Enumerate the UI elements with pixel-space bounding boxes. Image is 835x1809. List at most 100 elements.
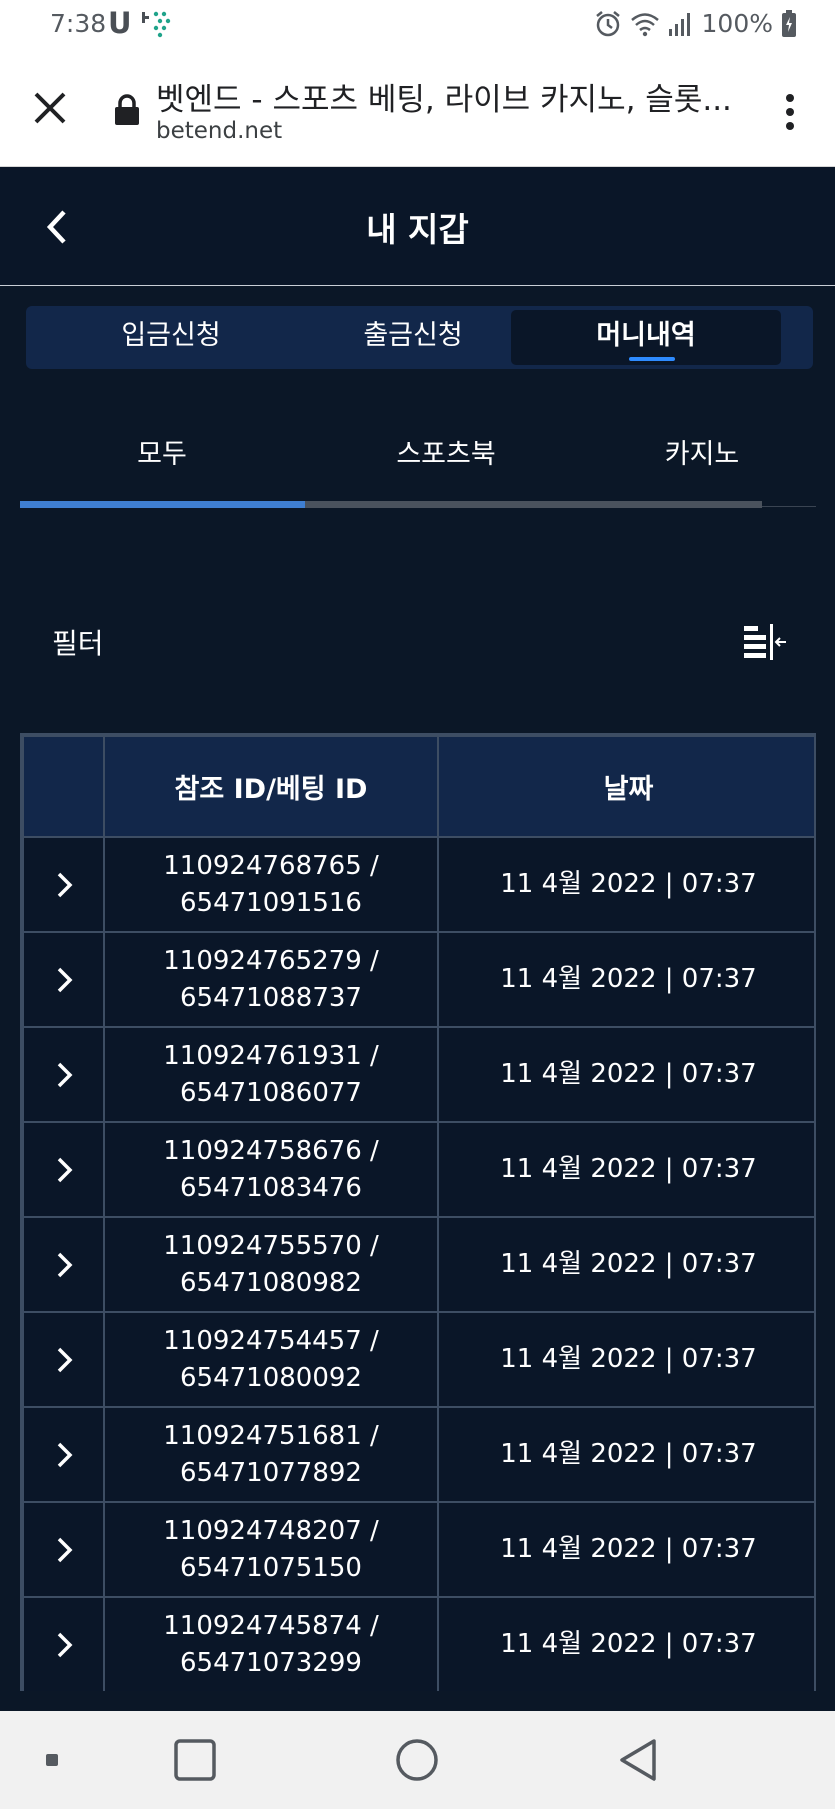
- row-ref-cell: 110924748207 / 65471075150: [103, 1501, 439, 1598]
- table-row[interactable]: 110924768765 / 65471091516 11 4월 2022 | 07…: [22, 836, 814, 933]
- alarm-icon: [595, 10, 620, 36]
- row-date: 11 4월 2022 | 07:37: [437, 931, 814, 1028]
- nav-dot-icon[interactable]: [40, 1711, 64, 1809]
- row-ref-id: 110924754457 /: [163, 1325, 379, 1356]
- row-expand-cell[interactable]: [22, 1216, 105, 1313]
- main-tab-bar: 입금신청 출금신청 머니내역: [26, 306, 813, 369]
- chevron-right-icon[interactable]: [53, 1251, 75, 1279]
- row-expand-cell[interactable]: [22, 931, 105, 1028]
- row-ref-id: 110924745874 /: [163, 1610, 379, 1641]
- more-vert-icon[interactable]: [776, 90, 804, 134]
- back-icon[interactable]: [614, 1711, 664, 1809]
- row-expand-cell[interactable]: [22, 1501, 105, 1598]
- chevron-right-icon[interactable]: [53, 1536, 75, 1564]
- row-date: 11 4월 2022 | 07:37: [437, 1026, 814, 1123]
- home-icon[interactable]: [392, 1711, 442, 1809]
- tab-money-history-label: 머니내역: [596, 320, 696, 351]
- row-bet-id: 65471075150: [180, 1552, 362, 1583]
- chevron-right-icon[interactable]: [53, 1346, 75, 1374]
- subtab-divider: [762, 506, 816, 507]
- row-ref-id: 110924761931 /: [163, 1040, 379, 1071]
- row-date: 11 4월 2022 | 07:37: [437, 1121, 814, 1218]
- header-date: 날짜: [437, 735, 814, 838]
- table-row[interactable]: 110924748207 / 65471075150 11 4월 2022 | 07…: [22, 1501, 814, 1598]
- browser-toolbar: 벳엔드 - 스포츠 베팅, 라이브 카지노, 슬롯... betend.net: [0, 50, 835, 167]
- chevron-right-icon[interactable]: [53, 871, 75, 899]
- row-expand-cell[interactable]: [22, 1406, 105, 1503]
- browser-page-title: 벳엔드 - 스포츠 베팅, 라이브 카지노, 슬롯...: [156, 82, 732, 118]
- battery-icon: [782, 9, 796, 37]
- table-row[interactable]: 110924755570 / 65471080982 11 4월 2022 | 07…: [22, 1216, 814, 1313]
- wifi-icon: [630, 12, 659, 36]
- lock-icon: [115, 94, 139, 125]
- row-ref-id: 110924765279 /: [163, 945, 379, 976]
- subtab-casino[interactable]: 카지노: [588, 432, 816, 471]
- row-expand-cell[interactable]: [22, 1596, 105, 1691]
- row-expand-cell[interactable]: [22, 1311, 105, 1408]
- row-ref-cell: 110924751681 / 65471077892: [103, 1406, 439, 1503]
- row-bet-id: 65471080092: [180, 1362, 362, 1393]
- battery-percent: 100%: [701, 9, 773, 38]
- row-ref-cell: 110924755570 / 65471080982: [103, 1216, 439, 1313]
- row-ref-cell: 110924745874 / 65471073299: [103, 1596, 439, 1691]
- chevron-right-icon[interactable]: [53, 966, 75, 994]
- row-date: 11 4월 2022 | 07:37: [437, 836, 814, 933]
- row-bet-id: 65471086077: [180, 1077, 362, 1108]
- table-row[interactable]: 110924745874 / 65471073299 11 4월 2022 | 07…: [22, 1596, 814, 1691]
- subtab-all[interactable]: 모두: [20, 432, 304, 471]
- row-expand-cell[interactable]: [22, 1026, 105, 1123]
- row-date: 11 4월 2022 | 07:37: [437, 1501, 814, 1598]
- chevron-right-icon[interactable]: [53, 1631, 75, 1659]
- filter-label[interactable]: 필터: [52, 622, 104, 662]
- table-row[interactable]: 110924751681 / 65471077892 11 4월 2022 | 07…: [22, 1406, 814, 1503]
- filter-collapse-icon[interactable]: [742, 622, 786, 662]
- chevron-right-icon[interactable]: [53, 1156, 75, 1184]
- close-icon[interactable]: [32, 90, 68, 126]
- row-bet-id: 65471091516: [180, 887, 362, 918]
- row-ref-cell: 110924761931 / 65471086077: [103, 1026, 439, 1123]
- page-header: 내 지갑: [0, 167, 835, 286]
- recent-apps-icon[interactable]: [170, 1711, 220, 1809]
- row-expand-cell[interactable]: [22, 836, 105, 933]
- table-row[interactable]: 110924765279 / 65471088737 11 4월 2022 | 07…: [22, 931, 814, 1028]
- active-tab-indicator: [629, 357, 675, 361]
- tab-money-history[interactable]: 머니내역: [511, 310, 781, 365]
- status-bar: 7:38 U 100%: [0, 0, 835, 50]
- table-row[interactable]: 110924761931 / 65471086077 11 4월 2022 | 07…: [22, 1026, 814, 1123]
- row-ref-cell: 110924754457 / 65471080092: [103, 1311, 439, 1408]
- row-ref-id: 110924755570 /: [163, 1230, 379, 1261]
- signal-icon: [668, 12, 690, 36]
- subtab-active-indicator: [20, 501, 305, 508]
- row-bet-id: 65471077892: [180, 1457, 362, 1488]
- subtab-sportsbook[interactable]: 스포츠북: [304, 432, 588, 471]
- tab-withdraw[interactable]: 출금신청: [298, 310, 528, 365]
- chevron-right-icon[interactable]: [53, 1061, 75, 1089]
- row-ref-id: 110924748207 /: [163, 1515, 379, 1546]
- row-ref-cell: 110924765279 / 65471088737: [103, 931, 439, 1028]
- header-ref-id: 참조 ID/베팅 ID: [103, 735, 439, 838]
- row-expand-cell[interactable]: [22, 1121, 105, 1218]
- sub-tab-bar: 모두 스포츠북 카지노: [20, 420, 816, 510]
- row-ref-id: 110924768765 /: [163, 850, 379, 881]
- browser-url[interactable]: betend.net: [156, 118, 282, 144]
- row-ref-id: 110924758676 /: [163, 1135, 379, 1166]
- page-title: 내 지갑: [366, 210, 469, 249]
- row-date: 11 4월 2022 | 07:37: [437, 1216, 814, 1313]
- row-bet-id: 65471083476: [180, 1172, 362, 1203]
- row-ref-cell: 110924768765 / 65471091516: [103, 836, 439, 933]
- carrier-plus-icon: [142, 11, 171, 38]
- status-time: 7:38: [50, 9, 107, 38]
- chevron-right-icon[interactable]: [53, 1441, 75, 1469]
- row-date: 11 4월 2022 | 07:37: [437, 1311, 814, 1408]
- table-header-row: 참조 ID/베팅 ID 날짜: [22, 735, 814, 838]
- table-row[interactable]: 110924754457 / 65471080092 11 4월 2022 | 07…: [22, 1311, 814, 1408]
- money-history-table: 참조 ID/베팅 ID 날짜 110924768765 / 65471091516…: [20, 733, 816, 1691]
- table-row[interactable]: 110924758676 / 65471083476 11 4월 2022 | 07…: [22, 1121, 814, 1218]
- carrier-logo: U: [108, 6, 132, 40]
- row-ref-cell: 110924758676 / 65471083476: [103, 1121, 439, 1218]
- tab-deposit[interactable]: 입금신청: [56, 310, 286, 365]
- status-icons: 100%: [594, 9, 797, 38]
- row-ref-id: 110924751681 /: [163, 1420, 379, 1451]
- row-date: 11 4월 2022 | 07:37: [437, 1596, 814, 1691]
- row-bet-id: 65471088737: [180, 982, 362, 1013]
